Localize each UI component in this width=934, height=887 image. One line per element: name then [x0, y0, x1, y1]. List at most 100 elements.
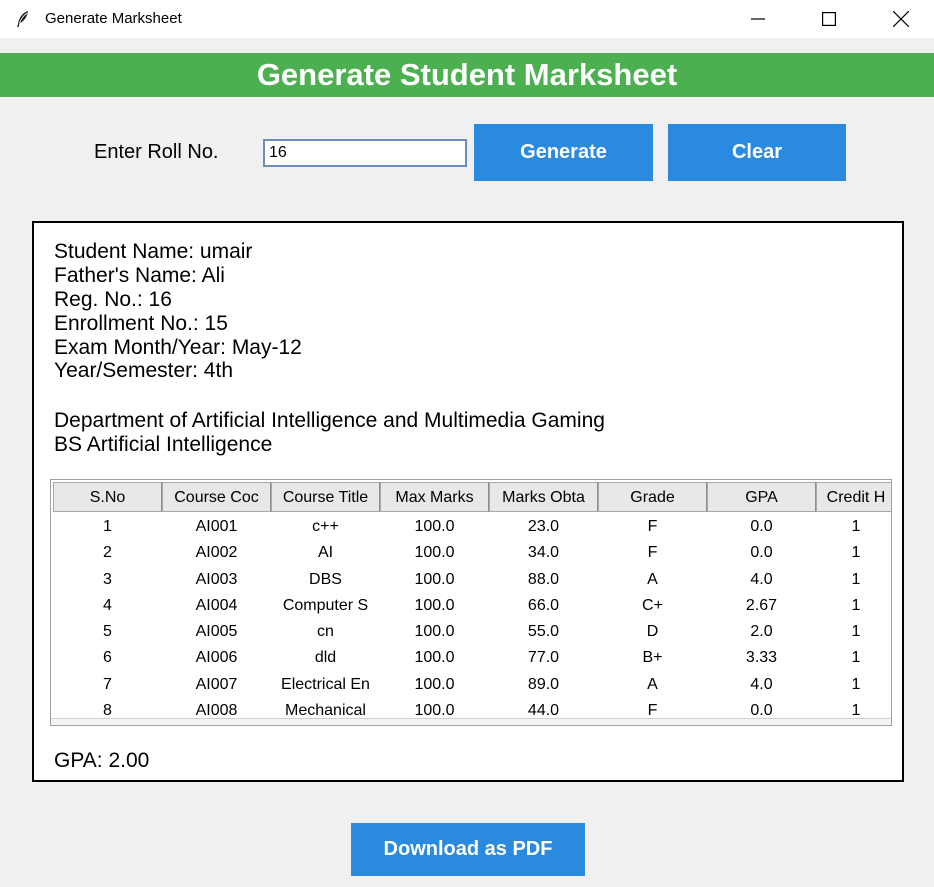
table-cell: 89.0 — [527, 675, 560, 693]
table-cell: AI004 — [195, 596, 238, 614]
table-cell: 77.0 — [527, 649, 560, 667]
table-cell: AI003 — [195, 570, 238, 588]
exam-month-year: Exam Month/Year: May-12 — [54, 336, 302, 359]
enrollment-number: Enrollment No.: 15 — [54, 312, 228, 335]
table-cell: AI — [317, 544, 334, 562]
registration-number: Reg. No.: 16 — [54, 288, 172, 311]
table-cell: AI007 — [195, 675, 238, 693]
father-name: Father's Name: Ali — [54, 264, 225, 287]
close-button[interactable] — [878, 0, 924, 38]
table-cell: 1 — [851, 596, 861, 614]
table-cell: D — [646, 623, 659, 641]
year-semester: Year/Semester: 4th — [54, 359, 233, 382]
table-row[interactable]: 2 AI002 AI 100.0 34.0 F 0.0 1 — [53, 540, 891, 566]
table-cell: 100.0 — [414, 675, 455, 693]
download-pdf-button[interactable]: Download as PDF — [351, 823, 585, 876]
department-name: Department of Artificial Intelligence an… — [54, 409, 605, 432]
table-cell: 2 — [103, 544, 112, 562]
column-header[interactable]: Credit H — [816, 482, 891, 512]
table-row[interactable]: 4 AI004 Computer S 100.0 66.0 C+ 2.67 1 — [53, 593, 891, 619]
table-cell: dld — [314, 649, 337, 667]
table-cell: 100.0 — [414, 518, 455, 535]
table-row[interactable]: 6 AI006 dld 100.0 77.0 B+ 3.33 1 — [53, 645, 891, 671]
table-cell: 0.0 — [750, 518, 773, 535]
column-header[interactable]: Course Coc — [162, 482, 271, 512]
table-cell: 0.0 — [750, 544, 773, 562]
table-cell: 4.0 — [750, 570, 773, 588]
column-header[interactable]: GPA — [707, 482, 816, 512]
table-cell: DBS — [309, 570, 342, 588]
table-cell: AI006 — [195, 649, 238, 667]
table-cell: F — [647, 544, 658, 562]
table-cell: 1 — [851, 544, 861, 562]
window-title: Generate Marksheet — [45, 10, 182, 27]
table-cell: 23.0 — [527, 518, 560, 535]
courses-table[interactable]: S.No Course Coc Course Title Max Marks M… — [50, 479, 892, 726]
table-cell: 55.0 — [527, 623, 560, 641]
table-cell: c++ — [312, 518, 339, 535]
title-bar: Generate Marksheet — [0, 0, 934, 38]
program-name: BS Artificial Intelligence — [54, 433, 273, 456]
roll-number-label: Enter Roll No. — [94, 141, 219, 163]
minimize-button[interactable] — [735, 0, 781, 38]
table-cell: 4 — [103, 596, 112, 614]
table-cell: 1 — [851, 518, 861, 535]
column-header[interactable]: Max Marks — [380, 482, 489, 512]
table-cell: A — [647, 570, 658, 588]
table-cell: 5 — [103, 623, 112, 641]
page-title: Generate Student Marksheet — [0, 53, 934, 97]
table-cell: F — [647, 518, 658, 535]
table-row[interactable]: 5 AI005 cn 100.0 55.0 D 2.0 1 — [53, 619, 891, 645]
table-cell: 7 — [103, 675, 112, 693]
table-bottom-edge — [51, 718, 891, 725]
table-cell: 100.0 — [414, 596, 455, 614]
close-icon — [893, 11, 909, 27]
marksheet-panel: Student Name: umair Father's Name: Ali R… — [32, 221, 904, 782]
table-cell: Electrical En — [281, 675, 370, 693]
table-cell: AI005 — [195, 623, 238, 641]
minimize-icon — [751, 18, 765, 20]
table-cell: 1 — [851, 675, 861, 693]
table-cell: 100.0 — [414, 570, 455, 588]
table-cell: B+ — [642, 649, 663, 667]
table-cell: 2.0 — [750, 623, 773, 641]
table-cell: Computer S — [282, 596, 369, 614]
table-cell: 88.0 — [527, 570, 560, 588]
generate-button[interactable]: Generate — [474, 124, 653, 181]
feather-icon — [17, 11, 28, 27]
column-header[interactable]: Marks Obta — [489, 482, 598, 512]
table-cell: 100.0 — [414, 623, 455, 641]
table-cell: 1 — [103, 518, 112, 535]
maximize-icon — [822, 12, 836, 26]
table-cell: C+ — [642, 596, 663, 614]
overall-gpa: GPA: 2.00 — [54, 749, 150, 772]
roll-number-input[interactable] — [263, 139, 467, 167]
table-body: 1 AI001 c++ 100.0 23.0 F 0.0 1 2 AI002 AI 100.0 34.0… — [53, 514, 891, 724]
column-header[interactable]: Grade — [598, 482, 707, 512]
table-cell: 3.33 — [745, 649, 778, 667]
table-cell: 66.0 — [527, 596, 560, 614]
table-cell: 34.0 — [527, 544, 560, 562]
table-cell: 100.0 — [414, 544, 455, 562]
table-cell: AI001 — [195, 518, 238, 535]
column-header[interactable]: S.No — [53, 482, 162, 512]
table-cell: 1 — [851, 623, 861, 641]
student-name: Student Name: umair — [54, 240, 253, 263]
table-row[interactable]: 1 AI001 c++ 100.0 23.0 F 0.0 1 — [53, 514, 891, 540]
table-cell: 2.67 — [745, 596, 778, 614]
column-header[interactable]: Course Title — [271, 482, 380, 512]
table-cell: 6 — [103, 649, 112, 667]
table-cell: 1 — [851, 570, 861, 588]
table-cell: cn — [317, 623, 334, 641]
table-cell: 4.0 — [750, 675, 773, 693]
table-cell: 100.0 — [414, 649, 455, 667]
table-header: S.No Course Coc Course Title Max Marks M… — [53, 482, 891, 514]
table-row[interactable]: 7 AI007 Electrical En 100.0 89.0 A 4.0 1 — [53, 672, 891, 698]
clear-button[interactable]: Clear — [668, 124, 846, 181]
table-row[interactable]: 3 AI003 DBS 100.0 88.0 A 4.0 1 — [53, 567, 891, 593]
maximize-button[interactable] — [806, 0, 852, 38]
table-cell: AI002 — [195, 544, 238, 562]
table-cell: 1 — [851, 649, 861, 667]
table-cell: A — [647, 675, 658, 693]
table-cell: 3 — [103, 570, 112, 588]
